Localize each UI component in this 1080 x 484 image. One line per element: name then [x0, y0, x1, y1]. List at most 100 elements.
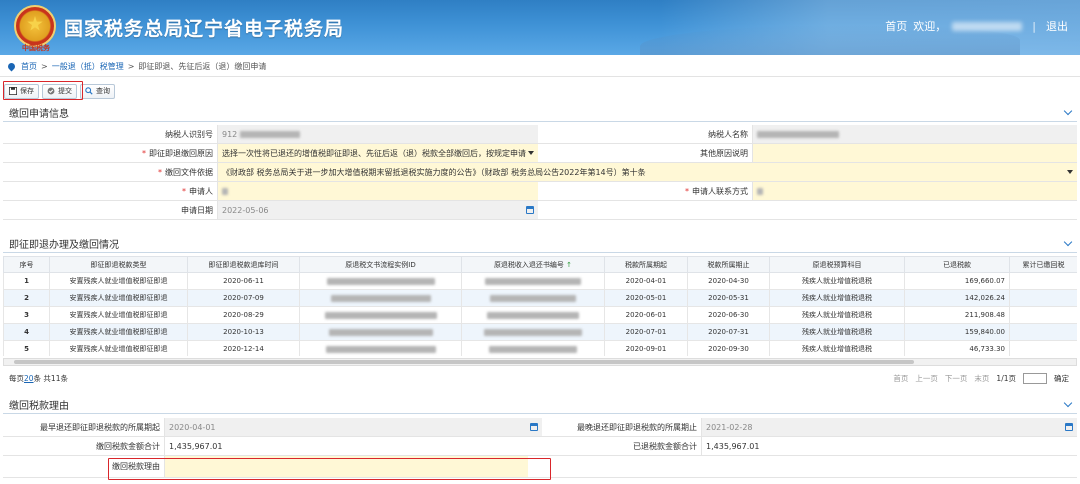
dropdown-arrow-icon: [1067, 170, 1073, 174]
cell-repaid-amount: [1009, 289, 1077, 307]
cell-refund-doc-no: [461, 323, 605, 341]
location-pin-icon: [6, 61, 17, 72]
doc-basis-value: 《财政部 税务总局关于进一步加大增值税期末留抵退税实施力度的公告》（财政部 税务…: [222, 168, 646, 177]
section-header-situation: 即征即退办理及缴回情况: [3, 235, 1077, 253]
breadcrumb: 首页 > 一般退（抵）税管理 > 即征即退、先征后返（退）缴回申请: [0, 57, 1080, 77]
col-header: 序号: [3, 256, 50, 273]
other-reason-label: 其他原因说明: [538, 144, 753, 162]
redacted-value: [485, 277, 581, 285]
query-label: 查询: [96, 87, 110, 95]
taxpayer-id-label: 纳税人识别号: [3, 125, 218, 143]
contact-input[interactable]: [753, 182, 1077, 200]
prev-page-link[interactable]: 上一页: [915, 373, 938, 384]
section-header-reason: 缴回税款理由: [3, 396, 1077, 414]
contact-label-text: 申请人联系方式: [692, 187, 748, 196]
dropdown-arrow-icon: [528, 151, 534, 155]
cell-period-end: 2020-09-30: [687, 340, 770, 356]
highlight-box-toolbar: [3, 81, 83, 100]
scrollbar-thumb[interactable]: [14, 360, 914, 364]
cell-refunded-amount: 159,840.00: [904, 323, 1010, 341]
refund-reason-value: 选择一次性将已退还的增值税即征即退、先征后返（退）税款全部缴回后，按规定申请: [222, 149, 526, 158]
highlight-box-reason: [108, 458, 551, 480]
logout-link[interactable]: 退出: [1046, 18, 1068, 34]
cell-period-start: 2020-07-01: [604, 323, 688, 341]
taxpayer-name-label: 纳税人名称: [538, 125, 753, 143]
table-row[interactable]: 4 安置残疾人就业增值税即征即退 2020-10-13 2020-07-01 2020-…: [3, 323, 1077, 341]
calendar-icon[interactable]: [526, 206, 534, 214]
page-number-input[interactable]: [1023, 372, 1047, 384]
collapse-chevron-icon[interactable]: [1063, 237, 1073, 247]
section-title: 缴回申请信息: [9, 109, 69, 120]
form-row: 纳税人识别号 912 纳税人名称: [3, 125, 1077, 144]
redacted-value: [757, 131, 839, 138]
home-link[interactable]: 首页: [885, 18, 907, 34]
last-page-link[interactable]: 末页: [974, 373, 989, 384]
col-header: 原退税预算科目: [769, 256, 905, 273]
first-page-link[interactable]: 首页: [893, 373, 908, 384]
cell-refund-time: 2020-07-09: [187, 289, 300, 307]
emblem-caption: 中国税务: [22, 44, 50, 52]
cell-type: 安置残疾人就业增值税即征即退: [49, 340, 188, 356]
form-row: 申请日期 2022-05-06: [3, 201, 1077, 220]
doc-basis-select[interactable]: 《财政部 税务总局关于进一步加大增值税期末留抵退税实施力度的公告》（财政部 税务…: [218, 163, 1077, 181]
collapse-chevron-icon[interactable]: [1063, 106, 1073, 116]
redacted-value: [330, 294, 431, 302]
cell-no: 2: [3, 289, 50, 307]
col-header: 税款所属期起: [604, 256, 688, 273]
redacted-value: [326, 277, 435, 285]
query-button[interactable]: 查询: [80, 83, 115, 99]
breadcrumb-separator: >: [41, 62, 48, 71]
next-page-link[interactable]: 下一页: [945, 373, 968, 384]
cell-type: 安置残疾人就业增值税即征即退: [49, 272, 188, 290]
cell-budget-subject: 残疾人就业增值税退税: [769, 340, 905, 356]
cell-process-id: [299, 289, 462, 307]
required-mark: *: [182, 187, 186, 196]
cell-refunded-amount: 169,660.07: [904, 272, 1010, 290]
applicant-input[interactable]: [218, 182, 538, 200]
refund-grid: 序号 即征即退税款类型 即征即退税款退库时间 原退税文书流程实例ID 原退税收入…: [3, 256, 1077, 356]
cell-period-start: 2020-05-01: [604, 289, 688, 307]
applicant-label-text: 申请人: [189, 187, 213, 196]
apply-date-field[interactable]: 2022-05-06: [218, 201, 538, 219]
breadcrumb-home[interactable]: 首页: [21, 61, 37, 72]
cell-repaid-amount: [1009, 340, 1077, 356]
cell-period-start: 2020-09-01: [604, 340, 688, 356]
per-page-link[interactable]: 20: [24, 374, 34, 383]
welcome-text: 欢迎，: [913, 20, 947, 33]
collapse-chevron-icon[interactable]: [1063, 398, 1073, 408]
form-row: * 缴回文件依据 《财政部 税务总局关于进一步加大增值税期末留抵退税实施力度的公告…: [3, 163, 1077, 182]
pagination-bar: 每页 20 条 共11条 首页 上一页 下一页 末页 1/1页 确定: [3, 370, 1077, 386]
earliest-period-field[interactable]: 2020-04-01: [165, 418, 542, 436]
latest-period-field[interactable]: 2021-02-28: [702, 418, 1077, 436]
other-reason-input[interactable]: [753, 144, 1077, 162]
cell-repaid-amount: [1009, 272, 1077, 290]
taxpayer-id-value: 912: [222, 130, 238, 139]
col-header-sortable[interactable]: 原退税收入退还书编号 ↑: [461, 256, 605, 273]
table-row[interactable]: 1 安置残疾人就业增值税即征即退 2020-06-11 2020-04-01 2020-…: [3, 272, 1077, 290]
go-button[interactable]: 确定: [1054, 373, 1069, 384]
calendar-icon[interactable]: [530, 423, 538, 431]
redacted-value: [487, 311, 579, 319]
cell-process-id: [299, 323, 462, 341]
search-icon: [85, 87, 93, 95]
refund-reason-label: * 即征即退缴回原因: [3, 144, 218, 162]
refund-reason-select[interactable]: 选择一次性将已退还的增值税即征即退、先征后返（退）税款全部缴回后，按规定申请: [218, 144, 538, 162]
latest-period-label: 最晚退还即征即退税款的所属期止: [542, 418, 702, 436]
table-row[interactable]: 2 安置残疾人就业增值税即征即退 2020-07-09 2020-05-01 2020-…: [3, 289, 1077, 307]
required-mark: *: [142, 149, 146, 158]
breadcrumb-current: 即征即退、先征后返（退）缴回申请: [138, 62, 267, 71]
redacted-value: [222, 188, 228, 195]
horizontal-scrollbar[interactable]: [3, 358, 1077, 366]
doc-basis-label-text: 缴回文件依据: [165, 168, 213, 177]
cell-budget-subject: 残疾人就业增值税退税: [769, 306, 905, 324]
cell-no: 5: [3, 340, 50, 356]
form-row: * 即征即退缴回原因 选择一次性将已退还的增值税即征即退、先征后返（退）税款全部缴…: [3, 144, 1077, 163]
cell-no: 4: [3, 323, 50, 341]
table-row[interactable]: 3 安置残疾人就业增值税即征即退 2020-08-29 2020-06-01 2020-…: [3, 306, 1077, 324]
calendar-icon[interactable]: [1065, 423, 1073, 431]
earliest-period-value: 2020-04-01: [169, 423, 216, 432]
per-page-prefix: 每页: [9, 373, 24, 383]
table-row[interactable]: 5 安置残疾人就业增值税即征即退 2020-12-14 2020-09-01 2020-…: [3, 340, 1077, 356]
cell-refund-time: 2020-10-13: [187, 323, 300, 341]
breadcrumb-refund-management[interactable]: 一般退（抵）税管理: [52, 61, 124, 72]
